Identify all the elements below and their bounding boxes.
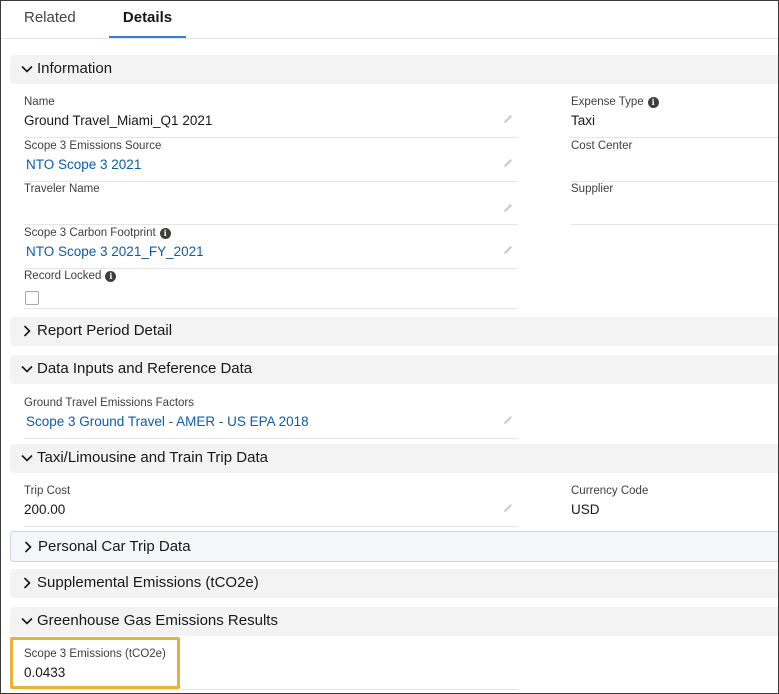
field-value: Ground Travel_Miami_Q1 2021 <box>24 113 213 128</box>
field-record-locked: Record Locked i <box>24 269 518 309</box>
field-currency-code: Currency Code USD <box>571 484 778 527</box>
field-label: Ground Travel Emissions Factors <box>24 397 195 409</box>
record-detail-panel: Related Details Information Name Ground … <box>0 0 779 694</box>
section-title: Information <box>37 60 113 77</box>
carbon-footprint-link[interactable]: NTO Scope 3 2021_FY_2021 <box>26 244 204 259</box>
field-cost-center: Cost Center <box>571 139 778 182</box>
info-icon[interactable]: i <box>647 97 659 108</box>
field-label: Traveler Name <box>24 183 100 195</box>
pencil-icon[interactable] <box>502 202 514 214</box>
label-text: Record Locked <box>24 270 102 282</box>
field-trip-cost: Trip Cost 200.00 <box>24 484 518 527</box>
emissions-factors-link[interactable]: Scope 3 Ground Travel - AMER - US EPA 20… <box>26 414 309 429</box>
field-label: Expense Type i <box>571 96 659 108</box>
section-taxi[interactable]: Taxi/Limousine and Train Trip Data <box>10 444 778 473</box>
field-label: Currency Code <box>571 485 649 497</box>
pencil-icon[interactable] <box>502 502 514 514</box>
field-label: Supplier <box>571 183 614 195</box>
emissions-source-link[interactable]: NTO Scope 3 2021 <box>26 157 141 172</box>
section-title: Data Inputs and Reference Data <box>37 360 253 377</box>
field-label: Scope 3 Emissions (tCO2e) <box>24 648 166 660</box>
section-report-period[interactable]: Report Period Detail <box>10 317 778 346</box>
section-personal-car[interactable]: Personal Car Trip Data <box>10 531 778 562</box>
field-label: Record Locked i <box>24 270 117 282</box>
field-label: Scope 3 Carbon Footprint i <box>24 227 171 239</box>
pencil-icon[interactable] <box>502 157 514 169</box>
tab-bar: Related Details <box>1 1 778 39</box>
section-title: Supplemental Emissions (tCO2e) <box>37 574 259 591</box>
label-text: Scope 3 Carbon Footprint <box>24 227 156 239</box>
field-label: Trip Cost <box>24 485 71 497</box>
field-supplier: Supplier <box>571 182 778 225</box>
field-scope3-emissions: Scope 3 Emissions (tCO2e) 0.0433 <box>24 647 518 690</box>
field-value: 200.00 <box>24 502 66 517</box>
section-information[interactable]: Information <box>10 55 778 84</box>
field-value: Taxi <box>571 113 596 128</box>
chevron-right-icon <box>23 577 31 589</box>
chevron-down-icon <box>21 365 33 373</box>
field-label: Name <box>24 96 55 108</box>
section-supplemental[interactable]: Supplemental Emissions (tCO2e) <box>10 569 778 598</box>
field-label: Cost Center <box>571 140 633 152</box>
section-title: Greenhouse Gas Emissions Results <box>37 612 278 629</box>
chevron-down-icon <box>21 454 33 462</box>
chevron-down-icon <box>21 617 33 625</box>
section-ghg-results[interactable]: Greenhouse Gas Emissions Results <box>10 607 778 636</box>
info-icon[interactable]: i <box>159 228 171 239</box>
section-title: Personal Car Trip Data <box>38 538 191 555</box>
field-expense-type: Expense Type i Taxi <box>571 95 778 138</box>
active-tab-indicator <box>109 36 186 38</box>
field-name: Name Ground Travel_Miami_Q1 2021 <box>24 95 518 138</box>
section-title: Taxi/Limousine and Train Trip Data <box>37 449 268 466</box>
record-locked-checkbox[interactable] <box>25 291 39 305</box>
field-value: USD <box>571 502 600 517</box>
field-carbon-footprint: Scope 3 Carbon Footprint i NTO Scope 3 20… <box>24 226 518 269</box>
chevron-down-icon <box>21 65 33 73</box>
tab-details-label: Details <box>122 9 173 26</box>
chevron-right-icon <box>23 325 31 337</box>
pencil-icon[interactable] <box>502 244 514 256</box>
tab-details[interactable]: Details <box>109 1 186 39</box>
field-label: Scope 3 Emissions Source <box>24 140 162 152</box>
info-icon[interactable]: i <box>105 271 117 282</box>
field-emissions-source: Scope 3 Emissions Source NTO Scope 3 202… <box>24 139 518 182</box>
chevron-right-icon <box>24 541 32 553</box>
field-traveler-name: Traveler Name <box>24 182 518 225</box>
tab-related[interactable]: Related <box>24 1 76 39</box>
label-text: Expense Type <box>571 96 644 108</box>
field-emissions-factors: Ground Travel Emissions Factors Scope 3 … <box>24 396 518 439</box>
section-title: Report Period Detail <box>37 322 173 339</box>
field-value: 0.0433 <box>24 665 66 680</box>
pencil-icon[interactable] <box>502 414 514 426</box>
section-data-inputs[interactable]: Data Inputs and Reference Data <box>10 355 778 384</box>
pencil-icon[interactable] <box>502 113 514 125</box>
